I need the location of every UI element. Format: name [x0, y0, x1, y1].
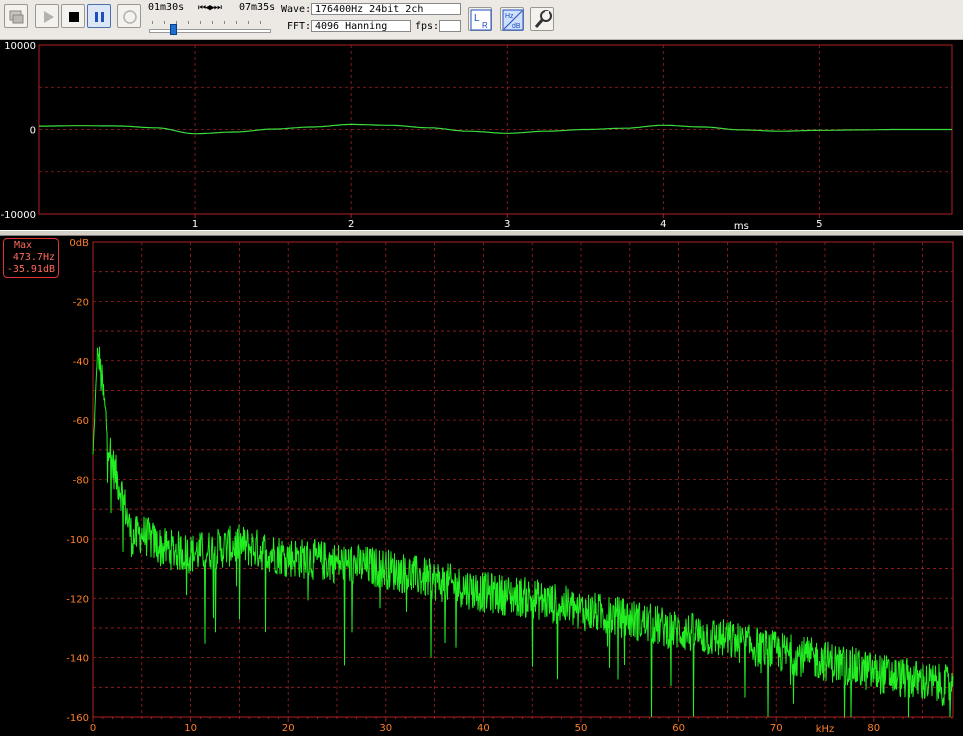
spectrum-x-tick-label: 10: [184, 723, 197, 734]
monitor-icon: [9, 10, 24, 24]
fft-setting-value: 4096 Hanning: [315, 21, 388, 32]
play-icon: [44, 11, 54, 23]
pause-button[interactable]: [87, 4, 111, 28]
max-peak-readout: Max 473.7Hz -35.91dB: [3, 238, 59, 278]
stop-button[interactable]: [61, 4, 85, 28]
max-label: Max: [14, 240, 33, 251]
waveform-plot: 10000 0 -10000 1 2 3 4 5 ms: [1, 41, 953, 230]
spectrum-x-tick-label: 80: [867, 723, 880, 734]
waveform-x-tick-label: 1: [192, 219, 198, 230]
wave-label: Wave:: [281, 4, 312, 15]
spectrum-x-tick-label: 60: [672, 723, 685, 734]
seek-controls[interactable]: ⏮◀▶⏭: [198, 2, 222, 14]
lr-channel-button[interactable]: L R: [468, 7, 492, 31]
wave-format-field: 176400Hz 24bit 2ch: [311, 3, 461, 15]
record-icon: [123, 10, 137, 24]
svg-text:L: L: [474, 13, 480, 24]
position-time: 01m30s: [148, 2, 185, 13]
wrench-settings-icon: [534, 10, 552, 28]
pause-icon: [95, 12, 104, 22]
fps-field: [439, 20, 461, 32]
fft-setting-field[interactable]: 4096 Hanning: [311, 20, 411, 32]
monitor-button[interactable]: [4, 4, 28, 28]
stop-icon: [69, 12, 79, 22]
total-time: 07m35s: [239, 2, 276, 13]
waveform-x-tick-label: 5: [816, 219, 822, 230]
hz-db-scale-button[interactable]: Hz dB: [500, 7, 524, 31]
svg-text:R: R: [482, 21, 488, 30]
seek-slider-thumb[interactable]: [170, 24, 178, 35]
fft-label: FFT:: [287, 21, 312, 32]
svg-text:Hz: Hz: [505, 13, 514, 20]
spectrum-y-tick-label: -120: [66, 594, 89, 605]
spectrum-plot: 0dB -20 -40 -60 -80 -100 -120 -140 -1600 10 20 30 40…: [66, 238, 954, 735]
max-frequency: 473.7Hz: [12, 252, 55, 263]
spectrum-y-tick-label: -100: [66, 535, 89, 546]
fps-label: fps:: [415, 21, 440, 32]
spectrum-x-tick-label: 50: [575, 723, 588, 734]
play-button[interactable]: [35, 4, 59, 28]
waveform-x-tick-label: 2: [348, 219, 354, 230]
spectrum-x-tick-label: 0: [90, 723, 96, 734]
spectrum-y-tick-label: -20: [73, 297, 89, 308]
wave-format-value: 176400Hz 24bit 2ch: [315, 4, 424, 15]
waveform-y-tick-label: 0: [30, 126, 36, 137]
record-button[interactable]: [117, 4, 141, 28]
max-level: -35.91dB: [6, 264, 55, 275]
hz-db-scale-icon: Hz dB: [502, 9, 524, 31]
waveform-x-tick-label: 4: [660, 219, 666, 230]
spectrum-x-tick-label: 40: [477, 723, 490, 734]
svg-text:dB: dB: [512, 23, 521, 30]
spectrum-x-tick-label: 70: [770, 723, 783, 734]
spectrum-y-tick-label: 0dB: [69, 238, 89, 249]
spectrum-y-tick-label: -40: [73, 357, 89, 368]
spectrum-x-tick-label: 20: [282, 723, 295, 734]
seek-slider-track[interactable]: [149, 29, 271, 33]
spectrum-y-tick-label: -60: [73, 416, 89, 427]
toolbar: 01m30s ⏮◀▶⏭ 07m35s Wave: 176400Hz 24bit …: [0, 0, 963, 40]
lr-channel-icon: L R: [470, 9, 492, 31]
spectrum-x-tick-label: 30: [379, 723, 392, 734]
waveform-x-tick-label: 3: [504, 219, 510, 230]
spectrum-y-tick-label: -160: [66, 713, 89, 724]
waveform-y-tick-label: 10000: [4, 41, 36, 52]
settings-button[interactable]: [530, 7, 554, 31]
spectrum-x-unit: kHz: [816, 724, 835, 735]
waveform-x-unit: ms: [734, 221, 749, 230]
spectrum-y-tick-label: -80: [73, 476, 89, 487]
spectrum-y-tick-label: -140: [66, 654, 89, 665]
waveform-y-tick-label: -10000: [1, 210, 36, 221]
